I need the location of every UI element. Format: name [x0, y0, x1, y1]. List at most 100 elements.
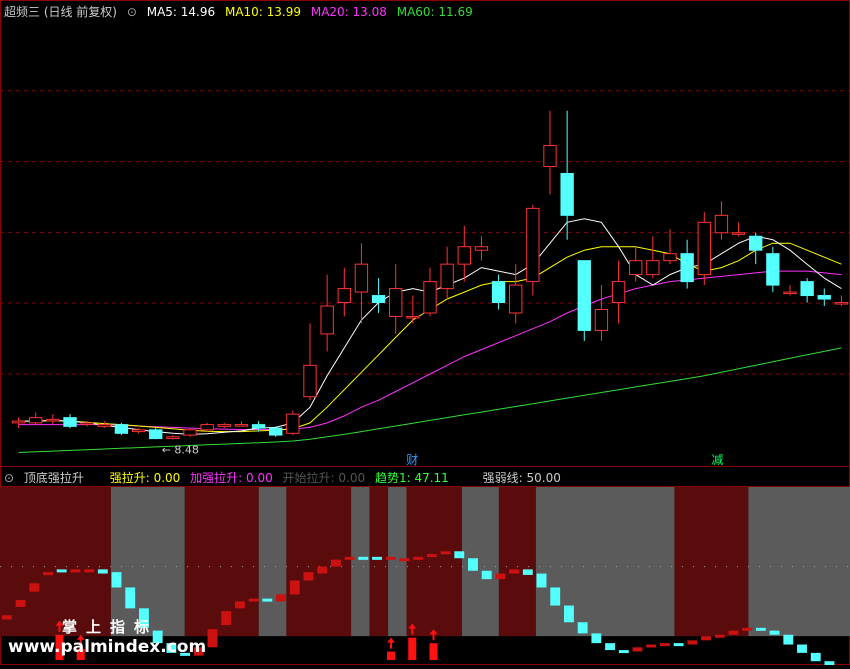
strong-rise-label: 强拉升: 0.00 — [109, 471, 181, 485]
indicator-bar — [495, 573, 506, 580]
main-title: 超频三 (日线 前复权) — [4, 5, 117, 19]
candle-body — [200, 424, 214, 431]
chart-svg: ← 8.48 财 减 — [0, 0, 850, 669]
candle-body — [11, 420, 26, 424]
candle-body — [63, 417, 77, 427]
candle-body — [166, 436, 180, 440]
background-zone — [674, 487, 749, 637]
candle-body — [149, 429, 163, 440]
indicator-bar — [824, 661, 835, 669]
indicator-bar — [317, 566, 328, 574]
candle-body — [714, 214, 729, 234]
candle-body — [303, 364, 317, 398]
watermark-url: www.palmindex.com — [8, 637, 207, 657]
indicator-bar — [673, 643, 684, 647]
indicator-bar — [714, 634, 725, 638]
indicator-bar — [591, 633, 602, 644]
candle-body — [731, 232, 746, 235]
candle-body — [594, 309, 609, 331]
candle-body — [320, 305, 334, 335]
candle-body — [697, 221, 711, 276]
candle-body — [234, 424, 249, 427]
indicator-bar — [728, 630, 739, 635]
indicator-bar — [289, 580, 300, 595]
candle-body — [251, 424, 266, 429]
candle-body — [46, 418, 60, 422]
extra-rise-label: 加强拉升: 0.00 — [190, 471, 273, 485]
indicator-bar — [1, 615, 12, 620]
indicator-bar — [84, 569, 95, 573]
indicator-bar — [207, 629, 218, 648]
background-zone — [461, 487, 499, 637]
indicator-bar — [262, 598, 273, 602]
signal-bar — [429, 643, 438, 660]
candle-body — [286, 413, 300, 434]
indicator-bar — [221, 611, 232, 626]
indicator-bar — [536, 573, 547, 588]
indicator-bar — [481, 570, 492, 580]
background-zone — [406, 487, 462, 637]
indicator-bar — [330, 559, 341, 567]
indicator-bar — [29, 583, 40, 592]
indicator-bar — [646, 644, 657, 648]
indicator-bar — [248, 598, 259, 602]
candle-body — [629, 260, 643, 276]
candle-body — [834, 302, 849, 305]
indicator-bar — [577, 622, 588, 634]
watermark-title: 掌上指标 — [62, 618, 159, 636]
candle-body — [406, 315, 420, 319]
event-marker: 减 — [711, 453, 723, 467]
candle-body — [474, 246, 489, 251]
indicator-bar — [632, 647, 643, 652]
indicator-bar — [358, 556, 369, 560]
indicator-bar — [344, 556, 355, 560]
indicator-bar — [755, 627, 766, 631]
indicator-bar — [605, 643, 616, 651]
indicator-bar — [372, 556, 382, 560]
ma60-label: MA60: 11.69 — [396, 5, 473, 19]
indicator-bar — [742, 627, 753, 631]
candle-body — [131, 429, 146, 433]
indicator-bar — [564, 605, 574, 623]
indicator-bar — [701, 636, 711, 641]
indicator-bar — [618, 650, 629, 654]
candle-body — [491, 281, 506, 304]
candle-body — [371, 295, 386, 304]
ma10-label: MA10: 13.99 — [224, 5, 302, 19]
indicator-bar — [454, 551, 465, 559]
candle-body — [611, 281, 626, 304]
indicator-bar — [522, 569, 533, 575]
candle-body — [29, 417, 43, 424]
collapse-icon[interactable]: ⊙ — [4, 471, 14, 485]
ma60-line — [18, 347, 842, 453]
background-zone — [748, 487, 850, 637]
candle-body — [817, 295, 831, 300]
strength-line-label: 强弱线: 50.00 — [482, 471, 561, 485]
background-zone — [535, 487, 675, 637]
indicator-bar — [550, 587, 561, 606]
candle-body — [749, 235, 763, 251]
indicator-bar — [15, 599, 26, 607]
candle-body — [509, 284, 523, 314]
main-header: 超频三 (日线 前复权) ⊙ MA5: 14.96 MA10: 13.99 MA… — [4, 3, 479, 21]
candle-body — [389, 288, 403, 317]
indicator-bar — [797, 644, 807, 653]
background-zone — [0, 487, 111, 637]
candle-body — [680, 253, 694, 283]
collapse-icon[interactable]: ⊙ — [127, 5, 137, 19]
indicator-bar — [234, 601, 245, 609]
candle-body — [80, 422, 94, 425]
ma20-label: MA20: 13.08 — [310, 5, 387, 19]
indicator-bar — [810, 652, 821, 662]
candle-body — [783, 291, 797, 295]
candle-body — [646, 260, 660, 276]
candle-body — [457, 246, 471, 265]
indicator-bar — [468, 558, 478, 571]
indicator-bar — [276, 594, 286, 602]
candle-body — [577, 260, 591, 331]
candle-body — [440, 263, 454, 290]
background-zone — [286, 487, 352, 637]
candle-body — [543, 145, 557, 167]
low-price-label: ← 8.48 — [162, 443, 199, 456]
sub-title: 顶底强拉升 — [23, 471, 84, 485]
